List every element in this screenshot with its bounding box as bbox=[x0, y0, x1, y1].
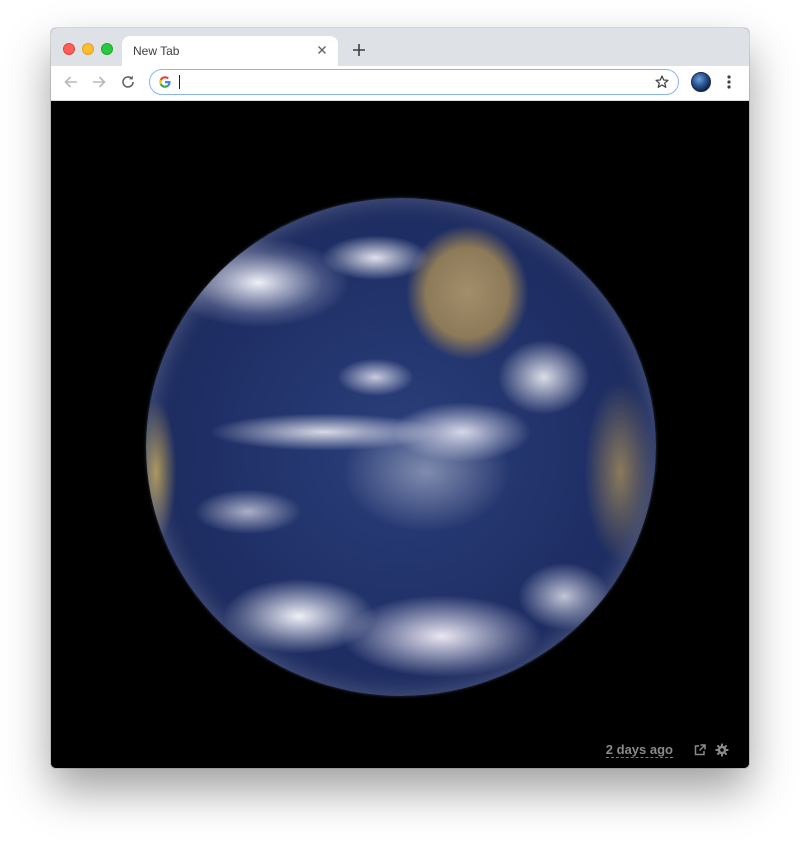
close-icon[interactable] bbox=[314, 42, 330, 58]
arrow-right-icon bbox=[93, 76, 106, 88]
tab-new-tab[interactable]: New Tab bbox=[122, 36, 338, 66]
url-input[interactable] bbox=[178, 74, 648, 90]
plus-icon bbox=[353, 44, 365, 56]
google-g-icon bbox=[158, 75, 172, 89]
text-caret bbox=[179, 75, 180, 89]
footer-bar: 2 days ago bbox=[605, 742, 729, 758]
address-bar[interactable] bbox=[149, 69, 679, 95]
gear-icon[interactable] bbox=[715, 743, 729, 757]
tab-title: New Tab bbox=[133, 44, 180, 58]
new-tab-button[interactable] bbox=[348, 39, 370, 61]
back-button[interactable] bbox=[60, 71, 82, 93]
browser-window: New Tab 2 days ago bbox=[51, 28, 749, 768]
reload-button[interactable] bbox=[117, 71, 139, 93]
page-content: 2 days ago bbox=[51, 101, 749, 768]
close-window-button[interactable] bbox=[63, 43, 75, 55]
star-icon[interactable] bbox=[654, 74, 670, 90]
kebab-menu-icon[interactable] bbox=[721, 72, 737, 92]
time-ago-link[interactable]: 2 days ago bbox=[605, 742, 673, 758]
reload-icon bbox=[122, 75, 134, 88]
tab-strip: New Tab bbox=[51, 28, 749, 66]
arrow-left-icon bbox=[64, 76, 77, 88]
earth-extension-icon[interactable] bbox=[691, 72, 711, 92]
maximize-window-button[interactable] bbox=[101, 43, 113, 55]
minimize-window-button[interactable] bbox=[82, 43, 94, 55]
earth-image bbox=[146, 198, 656, 696]
forward-button[interactable] bbox=[88, 71, 110, 93]
external-link-icon[interactable] bbox=[693, 743, 707, 757]
toolbar bbox=[51, 66, 749, 101]
